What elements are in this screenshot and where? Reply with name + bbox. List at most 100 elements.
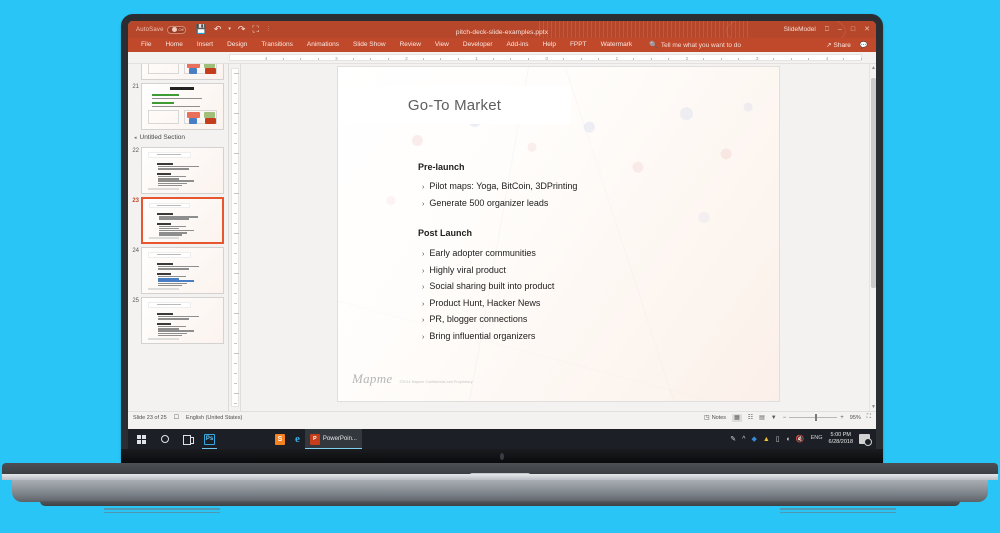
thumbnail-preview[interactable] — [141, 147, 224, 194]
tab-developer[interactable]: Developer — [456, 38, 500, 52]
collapse-triangle-icon[interactable]: ◂ — [134, 135, 137, 141]
bullet-list-pre-launch[interactable]: › Pilot maps: Yoga, BitCoin, 3DPrinting … — [422, 179, 577, 212]
slide-title-placeholder[interactable]: Go-To Market — [338, 86, 571, 124]
section-heading-post-launch: Post Launch — [418, 228, 473, 238]
canvas-vertical-scrollbar[interactable]: ▲ ▼ — [869, 64, 876, 411]
tab-fppt[interactable]: FPPT — [563, 38, 594, 52]
tab-file[interactable]: File — [134, 38, 158, 52]
thumbnail-item-24[interactable]: 24 — [128, 244, 228, 294]
language-indicator[interactable]: English (United States) — [186, 415, 242, 421]
thumbnail-preview[interactable] — [141, 247, 224, 294]
slide-sorter-icon[interactable]: ☷ — [748, 415, 753, 421]
tab-help[interactable]: Help — [536, 38, 563, 52]
show-hidden-icons-icon[interactable]: ^ — [742, 436, 745, 443]
redo-icon[interactable]: ↷ — [238, 25, 246, 34]
chevron-bullet-icon: › — [422, 333, 425, 341]
autosave-control[interactable]: AutoSave Off — [136, 25, 186, 34]
more-icon[interactable]: ⋮ — [266, 27, 271, 32]
autosave-toggle[interactable]: Off — [166, 25, 186, 34]
thumbnail-item-22[interactable]: 22 — [128, 144, 228, 194]
taskbar-clock[interactable]: 5:00 PM 6/28/2018 — [829, 432, 853, 447]
undo-dropdown-icon[interactable]: ▾ — [228, 27, 231, 32]
share-button[interactable]: ↗ Share — [826, 41, 851, 50]
thumbnail-preview[interactable] — [141, 297, 224, 344]
mini-heading — [157, 213, 174, 216]
thumbnail-preview[interactable] — [141, 83, 224, 130]
dropbox-icon[interactable]: ◆ — [751, 436, 756, 443]
section-header[interactable]: ◂ Untitled Section — [128, 130, 228, 144]
webcam-icon — [500, 453, 504, 460]
close-icon[interactable]: ✕ — [864, 26, 870, 33]
slide-counter[interactable]: Slide 23 of 25 — [133, 415, 167, 421]
scroll-down-arrow-icon[interactable]: ▼ — [870, 403, 876, 411]
comments-icon[interactable]: 💬 — [860, 41, 868, 49]
thumbnail-item-25[interactable]: 25 — [128, 294, 228, 344]
zoom-track[interactable] — [789, 414, 838, 421]
save-icon[interactable]: 💾 — [196, 25, 207, 34]
tell-me-search[interactable]: 🔍 Tell me what you want to do — [639, 41, 742, 50]
zoom-slider[interactable]: − + — [783, 414, 844, 421]
taskbar-app-edge[interactable]: e — [290, 429, 305, 449]
slideshow-icon[interactable]: ▼ — [771, 415, 777, 421]
zoom-out-button[interactable]: − — [783, 415, 787, 421]
tab-review[interactable]: Review — [393, 38, 428, 52]
restore-icon[interactable]: □ — [851, 26, 855, 33]
task-view-button[interactable] — [176, 429, 199, 449]
chevron-bullet-icon: › — [422, 317, 425, 325]
bullet-list-post-launch[interactable]: › Early adopter communities › Highly vir… — [422, 246, 554, 346]
pen-input-icon[interactable]: ✎ — [730, 436, 736, 443]
taskbar-app-powerpoint[interactable]: P PowerPoin... — [304, 429, 362, 449]
mini-line — [158, 316, 199, 318]
tab-slide-show[interactable]: Slide Show — [346, 38, 393, 52]
tab-home[interactable]: Home — [158, 38, 189, 52]
taskbar-app-photoshop[interactable]: Ps — [199, 429, 220, 449]
tab-design[interactable]: Design — [220, 38, 254, 52]
tab-animations[interactable]: Animations — [300, 38, 346, 52]
vertical-ruler-tick — [234, 253, 237, 254]
undo-icon[interactable]: ↶ — [214, 25, 222, 34]
thumbnail-preview[interactable] — [141, 64, 224, 80]
volume-mute-icon[interactable]: 🔇 — [796, 436, 805, 443]
tab-transitions[interactable]: Transitions — [254, 38, 300, 52]
scrollbar-thumb[interactable] — [871, 78, 876, 288]
zoom-handle[interactable] — [815, 414, 818, 421]
present-icon[interactable]: ⛶ — [252, 25, 258, 34]
zoom-in-button[interactable]: + — [840, 415, 844, 421]
normal-view-icon[interactable]: ▦ — [732, 413, 742, 422]
wifi-icon[interactable]: ◖ — [786, 436, 790, 443]
thumbnail-item-20[interactable]: 20 — [128, 64, 228, 80]
notes-button[interactable]: ◳ Notes — [704, 414, 726, 422]
zoom-level-label[interactable]: 95% — [850, 415, 861, 421]
onedrive-icon[interactable]: ▲ — [763, 436, 770, 443]
ribbon-display-options-icon[interactable]: ⎕ — [825, 26, 829, 33]
fit-slide-icon[interactable]: ⛶ — [867, 414, 871, 421]
vertical-ruler-tick — [234, 73, 239, 74]
vertical-ruler[interactable] — [229, 64, 241, 411]
thumbnail-preview-selected[interactable] — [141, 197, 224, 244]
vertical-ruler-tick — [234, 183, 237, 184]
tell-me-placeholder: Tell me what you want to do — [660, 41, 742, 49]
slide-canvas-area[interactable]: Go-To Market Pre-launch › Pilot maps: Yo… — [241, 64, 876, 411]
start-button[interactable] — [130, 429, 153, 449]
tab-insert[interactable]: Insert — [190, 38, 220, 52]
tab-add-ins[interactable]: Add-ins — [500, 38, 536, 52]
accessibility-icon[interactable]: ☐ — [174, 414, 179, 421]
mini-chip — [188, 68, 198, 75]
reading-view-icon[interactable]: ▤ — [759, 415, 765, 421]
action-center-icon[interactable] — [859, 434, 872, 446]
scroll-up-arrow-icon[interactable]: ▲ — [870, 64, 876, 72]
account-name[interactable]: SlideModel — [784, 26, 816, 33]
language-code[interactable]: ENG — [811, 436, 823, 442]
mini-line — [158, 168, 189, 170]
thumbnail-item-21[interactable]: 21 — [128, 80, 228, 130]
network-icon[interactable]: ▯ — [776, 436, 780, 443]
horizontal-ruler[interactable]: 4 3 2 1 0 1 2 3 4 — [229, 54, 862, 61]
minimize-icon[interactable]: – — [838, 26, 842, 33]
slide-thumbnail-pane[interactable]: 20 — [128, 64, 229, 411]
tab-view[interactable]: View — [428, 38, 456, 52]
taskbar-app-sublime[interactable]: S — [270, 429, 290, 449]
slide-canvas[interactable]: Go-To Market Pre-launch › Pilot maps: Yo… — [338, 67, 779, 401]
thumbnail-item-23[interactable]: 23 — [128, 194, 228, 244]
tab-watermark[interactable]: Watermark — [594, 38, 640, 52]
cortana-search-button[interactable] — [153, 429, 176, 449]
